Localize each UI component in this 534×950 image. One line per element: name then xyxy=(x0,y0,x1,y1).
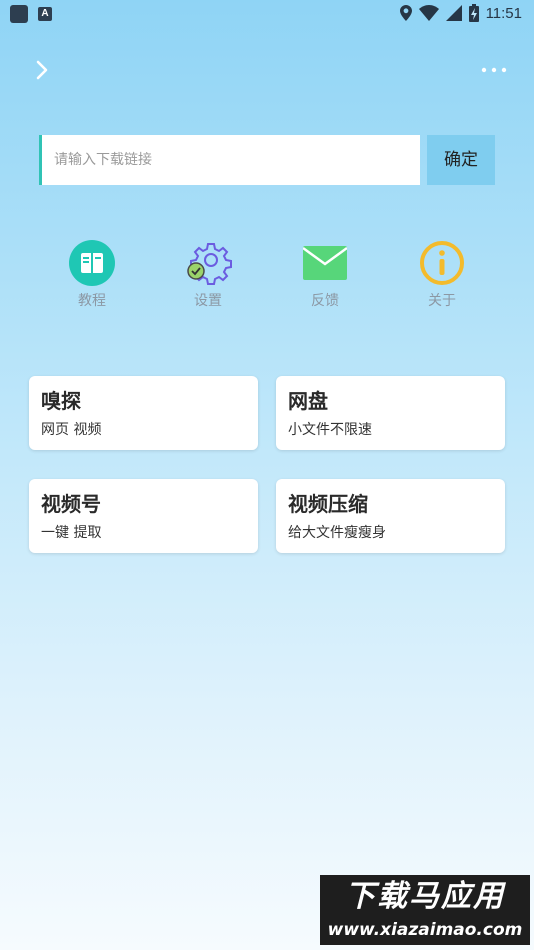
card-title: 视频压缩 xyxy=(288,492,368,516)
card-subtitle: 给大文件瘦瘦身 xyxy=(288,525,386,541)
tool-settings[interactable]: 设置 xyxy=(168,238,248,310)
status-time: 11:51 xyxy=(485,4,522,22)
tool-tutorial[interactable]: 教程 xyxy=(52,238,132,310)
book-icon xyxy=(69,240,115,286)
watermark-logo: 下载马应用 www.xiazaimao.com xyxy=(320,875,530,945)
location-icon xyxy=(399,5,412,21)
mail-icon xyxy=(303,246,347,280)
tool-label: 教程 xyxy=(78,293,106,309)
top-bar xyxy=(0,50,534,90)
status-bar: A 11:51 xyxy=(0,0,534,28)
tool-label: 反馈 xyxy=(311,293,339,309)
download-link-input[interactable] xyxy=(39,135,420,185)
confirm-button[interactable]: 确定 xyxy=(427,135,495,185)
card-subtitle: 小文件不限速 xyxy=(288,422,372,438)
status-bar-left: A xyxy=(10,5,52,23)
chevron-right-icon xyxy=(36,60,48,80)
app-notification-icon xyxy=(10,5,28,23)
watermark-title: 下载马应用 xyxy=(345,879,505,914)
card-subtitle: 一键 提取 xyxy=(41,525,102,541)
info-icon xyxy=(420,241,464,285)
card-video-compress[interactable]: 视频压缩 给大文件瘦瘦身 xyxy=(276,479,505,553)
tool-feedback[interactable]: 反馈 xyxy=(285,238,365,310)
gear-icon xyxy=(187,243,232,285)
wifi-icon xyxy=(418,5,439,21)
card-channels[interactable]: 视频号 一键 提取 xyxy=(29,479,258,553)
tool-label: 关于 xyxy=(428,293,456,309)
more-menu-button[interactable] xyxy=(480,62,508,76)
expand-button[interactable] xyxy=(28,56,56,84)
tool-label: 设置 xyxy=(194,293,222,309)
tool-about[interactable]: 关于 xyxy=(402,238,482,310)
card-title: 网盘 xyxy=(288,389,328,413)
card-title: 嗅探 xyxy=(41,389,81,413)
card-sniff[interactable]: 嗅探 网页 视频 xyxy=(29,376,258,450)
link-input-row: 确定 xyxy=(39,135,495,185)
text-notification-icon: A xyxy=(38,7,52,21)
battery-charging-icon xyxy=(468,4,479,22)
watermark-url: www.xiazaimao.com xyxy=(327,920,523,940)
cellular-signal-icon xyxy=(445,5,462,21)
card-title: 视频号 xyxy=(41,492,101,516)
more-dots-icon xyxy=(481,67,507,73)
status-bar-right: 11:51 xyxy=(399,4,522,22)
card-cloud-drive[interactable]: 网盘 小文件不限速 xyxy=(276,376,505,450)
card-subtitle: 网页 视频 xyxy=(41,422,102,438)
